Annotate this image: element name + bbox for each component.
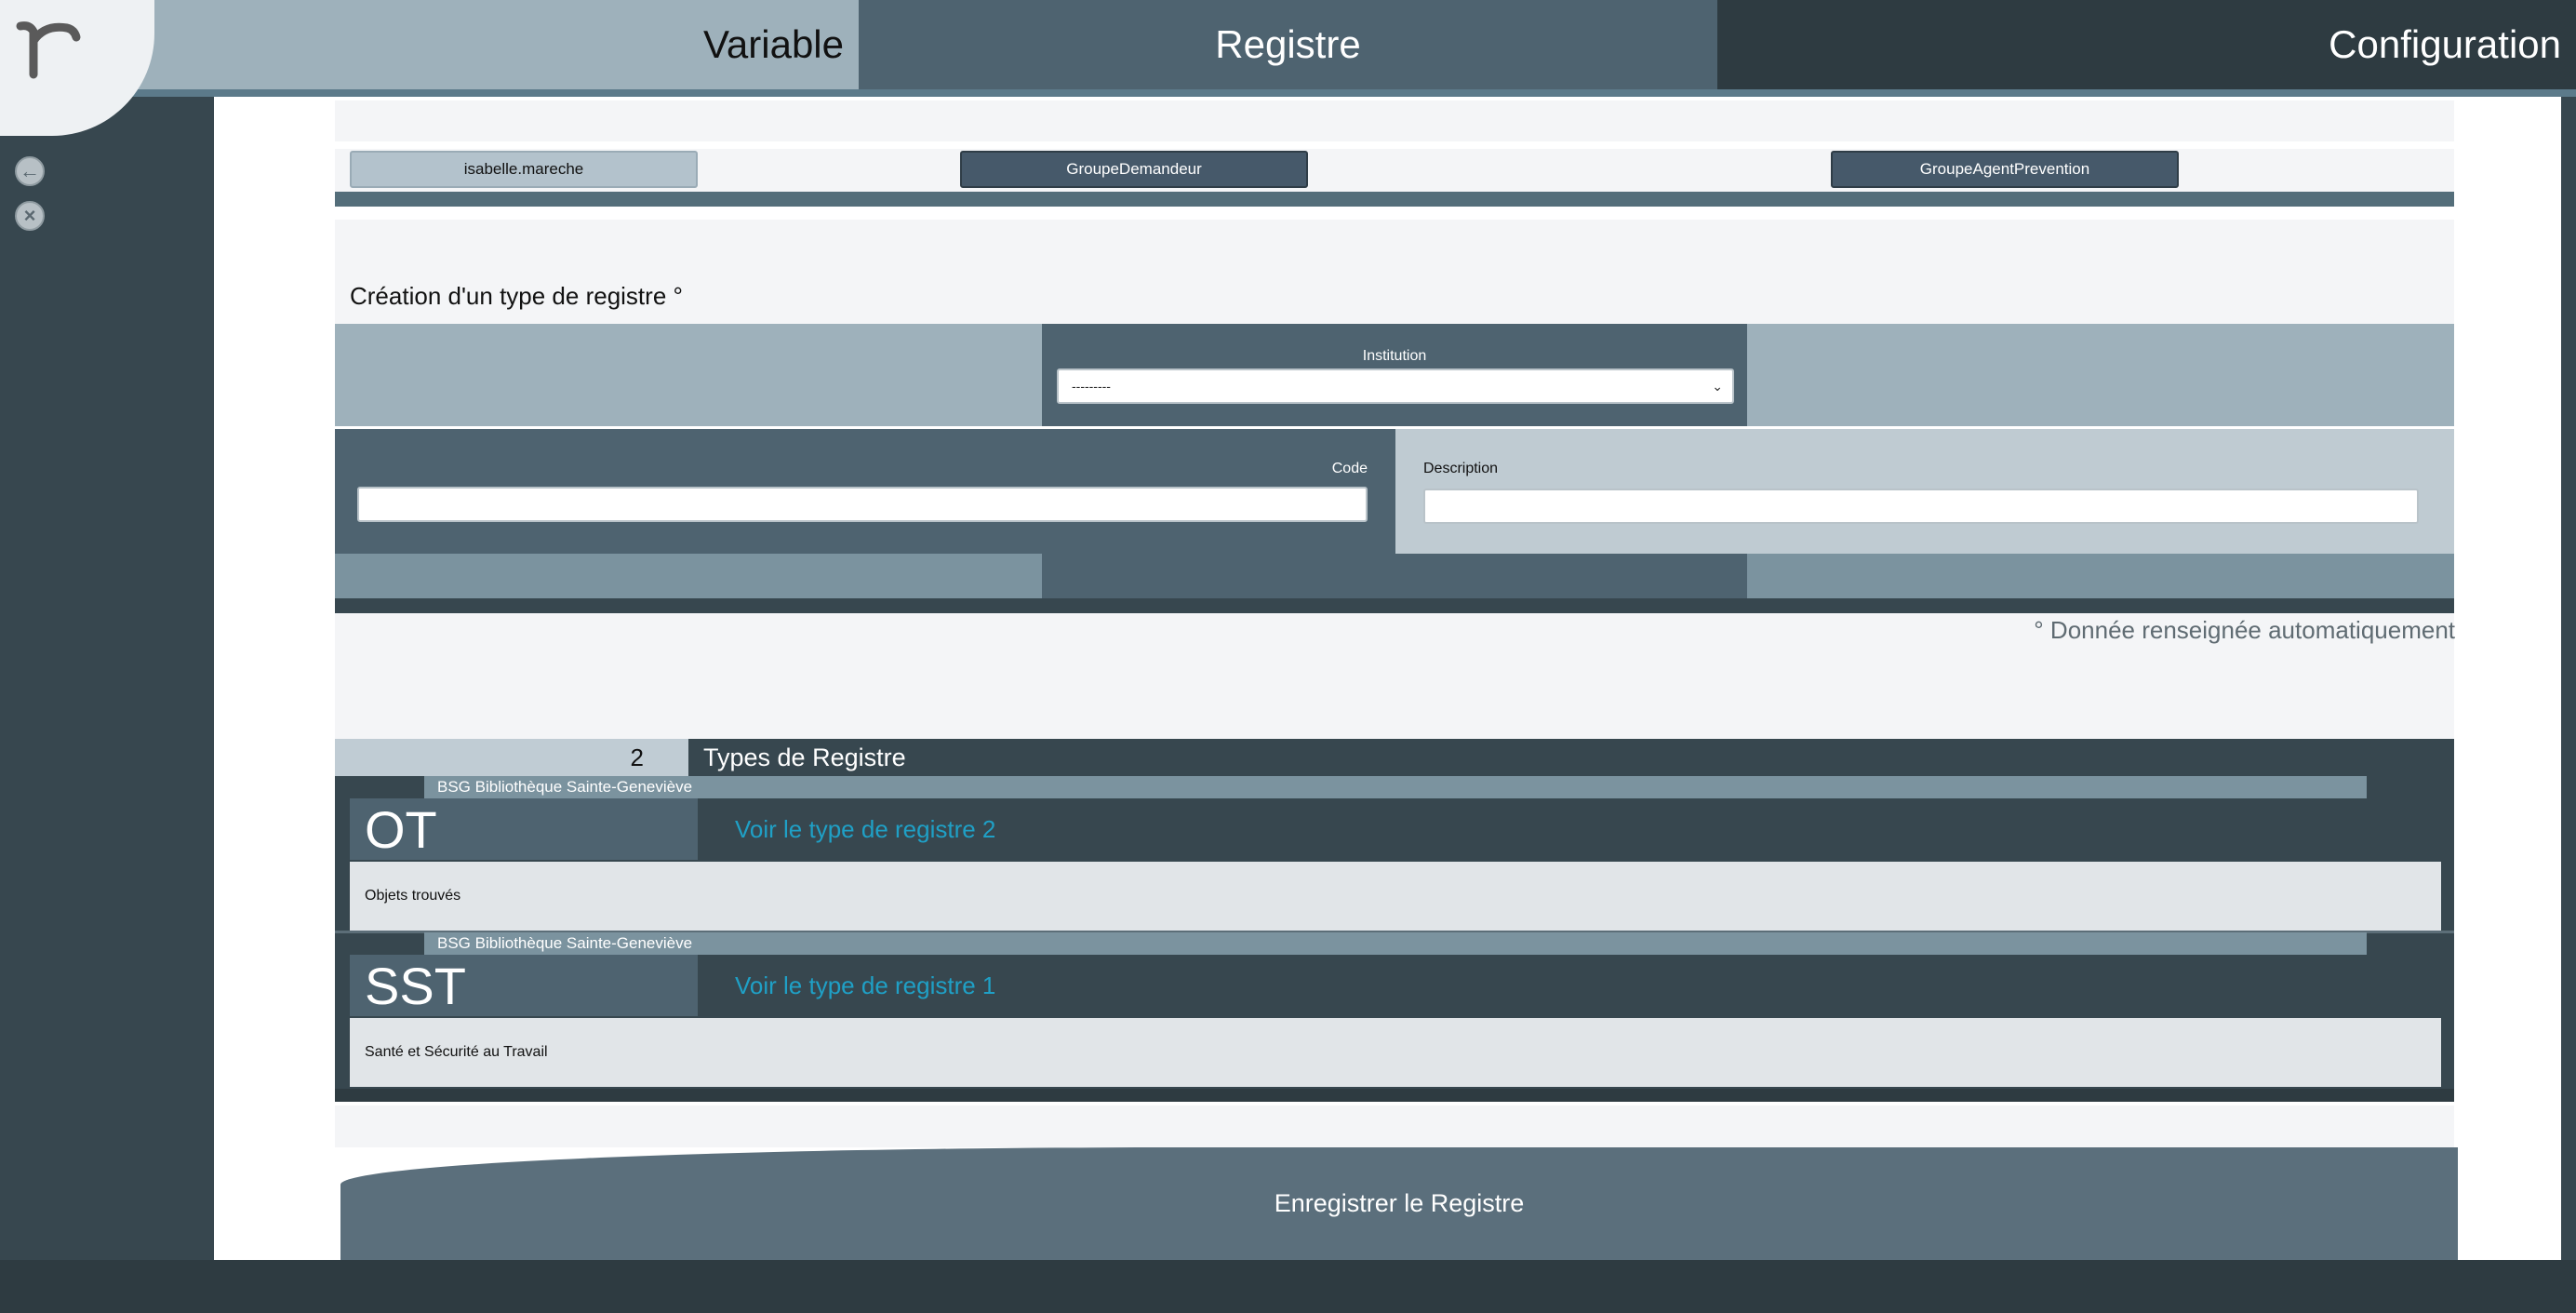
view-register-type-link[interactable]: Voir le type de registre 2 <box>735 798 995 860</box>
register-list-title: Types de Registre <box>688 739 2454 776</box>
view-register-type-link-text: Voir le type de registre 2 <box>735 814 996 843</box>
footer <box>0 1260 2576 1313</box>
item-code: OT <box>350 798 698 860</box>
form-footer-center <box>1042 554 1747 598</box>
code-input[interactable] <box>357 487 1368 522</box>
back-button[interactable]: ← <box>15 156 45 186</box>
item-code: SST <box>350 955 698 1016</box>
group-chip-agent-prevention[interactable]: GroupeAgentPrevention <box>1831 151 2179 188</box>
close-button[interactable]: × <box>15 201 45 231</box>
item-description-text: Santé et Sécurité au Travail <box>365 1044 548 1060</box>
arrow-left-icon: ← <box>20 159 40 182</box>
item-institution: BSG Bibliothèque Sainte-Geneviève <box>424 776 2367 798</box>
top-nav: Variable Registre Configuration <box>0 0 2576 97</box>
tab-variable-label: Variable <box>703 22 844 66</box>
logo-r-icon <box>16 21 81 79</box>
institution-row-right <box>1747 324 2454 426</box>
sidebar: ← × <box>0 97 214 1260</box>
view-register-type-link-text: Voir le type de registre 1 <box>735 971 996 999</box>
institution-select-value: --------- <box>1072 379 1111 394</box>
save-register-button[interactable]: Enregistrer le Registre <box>340 1147 2458 1260</box>
tab-registre[interactable]: Registre <box>859 0 1717 89</box>
code-cell: Code <box>335 429 1395 554</box>
item-institution-text: BSG Bibliothèque Sainte-Geneviève <box>437 778 693 796</box>
tab-configuration[interactable]: Configuration <box>1717 0 2576 89</box>
institution-label: Institution <box>1362 348 1427 364</box>
group-chip-demandeur[interactable]: GroupeDemandeur <box>960 151 1308 188</box>
description-label: Description <box>1423 461 1499 476</box>
nav-underline <box>0 89 2576 97</box>
auto-fill-note: ° Donnée renseignée automatiquement <box>2034 616 2455 644</box>
item-description: Santé et Sécurité au Travail <box>350 1018 2441 1087</box>
pre-save-band <box>335 1105 2454 1147</box>
chevron-down-icon: ⌄ <box>1712 379 1723 394</box>
form-title: Création d'un type de registre ° <box>350 282 683 310</box>
list-bottom-strip <box>335 1089 2454 1102</box>
group-name: GroupeAgentPrevention <box>1919 160 2090 178</box>
user-chip[interactable]: isabelle.mareche <box>350 151 698 188</box>
tab-registre-label: Registre <box>1215 22 1361 66</box>
close-icon: × <box>23 204 36 227</box>
tab-configuration-label: Configuration <box>2329 22 2561 66</box>
form-footer-strip <box>335 598 2454 613</box>
item-description-text: Objets trouvés <box>365 888 461 904</box>
user-bar-strip <box>335 192 2454 207</box>
institution-select[interactable]: --------- ⌄ <box>1057 368 1734 404</box>
register-count: 2 <box>335 739 688 776</box>
item-institution: BSG Bibliothèque Sainte-Geneviève <box>424 932 2367 955</box>
code-label: Code <box>1331 461 1368 476</box>
form-footer-right <box>1747 554 2454 598</box>
description-input[interactable] <box>1423 489 2419 524</box>
view-register-type-link[interactable]: Voir le type de registre 1 <box>735 955 995 1016</box>
group-name: GroupeDemandeur <box>1066 160 1202 178</box>
header-band <box>335 100 2454 141</box>
save-register-label: Enregistrer le Registre <box>1274 1189 1525 1217</box>
form-footer-left <box>335 554 1042 598</box>
item-institution-text: BSG Bibliothèque Sainte-Geneviève <box>437 934 693 952</box>
item-code-text: OT <box>365 799 437 859</box>
description-cell: Description <box>1395 429 2454 554</box>
register-count-value: 2 <box>630 743 644 771</box>
register-list-title-text: Types de Registre <box>703 743 906 771</box>
item-description: Objets trouvés <box>350 862 2441 931</box>
institution-cell: Institution --------- ⌄ <box>1042 324 1747 426</box>
item-code-text: SST <box>365 956 466 1015</box>
user-name: isabelle.mareche <box>463 160 584 178</box>
institution-row-left <box>335 324 1042 426</box>
